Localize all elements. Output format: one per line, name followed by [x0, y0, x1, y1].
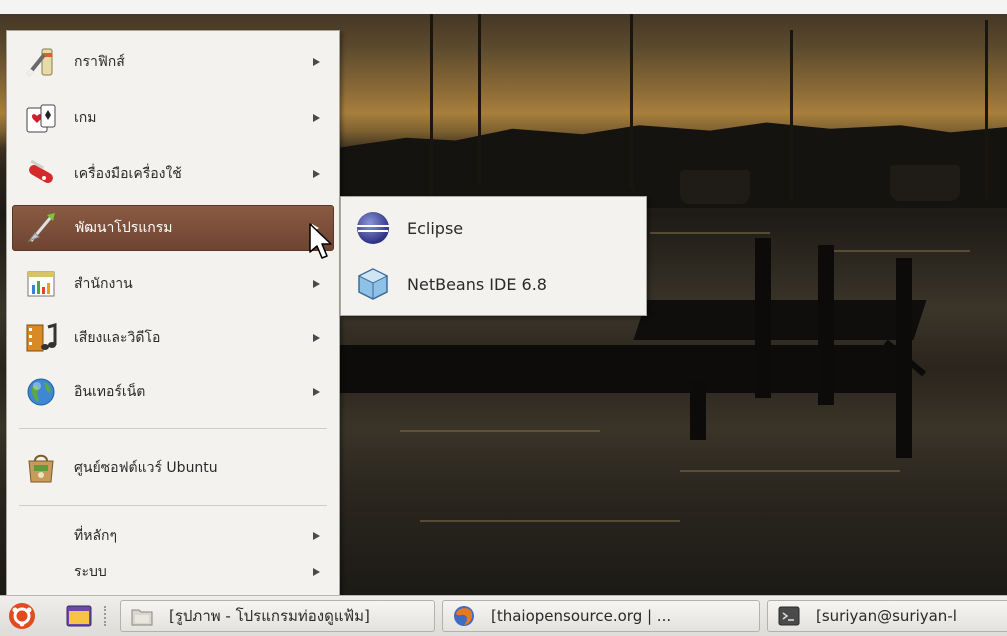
submenu-item-eclipse[interactable]: Eclipse — [347, 203, 639, 253]
submenu-arrow-icon — [313, 114, 320, 122]
wallpaper-pier-post — [818, 245, 834, 405]
games-icon — [22, 99, 60, 137]
submenu-arrow-icon — [313, 280, 320, 288]
office-icon — [22, 265, 60, 303]
menu-item-graphics[interactable]: กราฟิกส์ — [12, 39, 334, 85]
taskbar: [รูปภาพ - โปรแกรมท่องดูแฟ้ม] [thaiopenso… — [0, 595, 1007, 636]
taskbar-window-label: [รูปภาพ - โปรแกรมท่องดูแฟ้ม] — [169, 607, 370, 625]
menu-item-label: ศูนย์ซอฟต์แวร์ Ubuntu — [74, 460, 218, 476]
ubuntu-menu-icon — [9, 603, 35, 629]
show-desktop-icon — [66, 605, 92, 627]
taskbar-window-firefox[interactable]: [thaiopensource.org | ... — [442, 600, 760, 632]
submenu-arrow-icon — [313, 388, 320, 396]
file-browser-icon — [131, 605, 153, 627]
water-glint — [650, 232, 770, 234]
programming-icon — [23, 209, 61, 247]
submenu-item-label: NetBeans IDE 6.8 — [407, 274, 547, 294]
taskbar-window-file-browser[interactable]: [รูปภาพ - โปรแกรมท่องดูแฟ้ม] — [120, 600, 435, 632]
menu-item-label: เกม — [74, 110, 97, 126]
software-center-icon — [22, 449, 60, 487]
screen-top-edge — [0, 0, 1007, 14]
menu-item-label: สำนักงาน — [74, 276, 133, 292]
wallpaper-pier-walkway — [300, 345, 900, 393]
taskbar-drag-handle[interactable] — [104, 606, 108, 626]
wallpaper-mast — [985, 20, 988, 200]
menu-item-office[interactable]: สำนักงาน — [12, 261, 334, 307]
taskbar-window-label: [suriyan@suriyan-l — [816, 607, 957, 625]
menu-item-system[interactable]: ระบบ — [12, 557, 334, 587]
show-desktop-button[interactable] — [64, 604, 94, 628]
menu-item-label: เครื่องมือเครื่องใช้ — [74, 166, 182, 182]
wallpaper-mast — [430, 14, 433, 204]
menu-item-label: กราฟิกส์ — [74, 54, 125, 70]
menu-item-label: ระบบ — [74, 564, 107, 580]
submenu-item-label: Eclipse — [407, 218, 464, 238]
wallpaper-mast — [478, 14, 481, 184]
menu-item-internet[interactable]: อินเทอร์เน็ต — [12, 369, 334, 415]
menu-item-label: เสียงและวิดีโอ — [74, 330, 161, 346]
accessories-icon — [22, 155, 60, 193]
wallpaper-boat — [680, 170, 750, 204]
menu-item-label: พัฒนาโปรแกรม — [75, 220, 173, 236]
programming-submenu: Eclipse NetBeans IDE 6.8 — [340, 196, 647, 316]
applications-menu: กราฟิกส์ เกม เครื่องมือเครื่องใช้ พัฒนาโ… — [6, 30, 340, 598]
water-glint — [820, 250, 970, 252]
menu-item-places[interactable]: ที่หลักๆ — [12, 521, 334, 551]
submenu-item-netbeans[interactable]: NetBeans IDE 6.8 — [347, 259, 639, 309]
submenu-arrow-icon — [313, 334, 320, 342]
menu-separator — [19, 428, 327, 429]
firefox-icon — [453, 605, 475, 627]
taskbar-window-label: [thaiopensource.org | ... — [491, 607, 672, 625]
menu-item-accessories[interactable]: เครื่องมือเครื่องใช้ — [12, 151, 334, 197]
taskbar-window-terminal[interactable]: [suriyan@suriyan-l — [767, 600, 1007, 632]
menu-item-sound-video[interactable]: เสียงและวิดีโอ — [12, 315, 334, 361]
water-glint — [400, 430, 600, 432]
sound-video-icon — [22, 319, 60, 357]
wallpaper-pier-post — [690, 380, 706, 440]
wallpaper-pier-post — [755, 238, 771, 398]
menu-item-label: อินเทอร์เน็ต — [74, 384, 146, 400]
terminal-icon — [778, 605, 800, 627]
submenu-arrow-icon — [313, 568, 320, 576]
wallpaper-pier-deck — [633, 300, 927, 340]
menu-separator — [19, 505, 327, 506]
submenu-arrow-icon — [313, 532, 320, 540]
wallpaper-boat — [890, 165, 960, 201]
submenu-arrow-icon — [313, 58, 320, 66]
mouse-pointer-icon — [309, 223, 332, 259]
graphics-icon — [22, 43, 60, 81]
wallpaper-mast — [630, 14, 633, 189]
main-menu-button[interactable] — [6, 600, 38, 632]
netbeans-icon — [353, 264, 393, 304]
menu-item-games[interactable]: เกม — [12, 95, 334, 141]
internet-icon — [22, 373, 60, 411]
water-glint — [680, 470, 900, 472]
menu-item-programming[interactable]: พัฒนาโปรแกรม — [12, 205, 334, 251]
eclipse-icon — [353, 208, 393, 248]
menu-item-label: ที่หลักๆ — [74, 528, 118, 544]
menu-item-software-center[interactable]: ศูนย์ซอฟต์แวร์ Ubuntu — [12, 445, 334, 491]
water-glint — [420, 520, 680, 522]
submenu-arrow-icon — [313, 170, 320, 178]
wallpaper-mast — [790, 30, 793, 200]
